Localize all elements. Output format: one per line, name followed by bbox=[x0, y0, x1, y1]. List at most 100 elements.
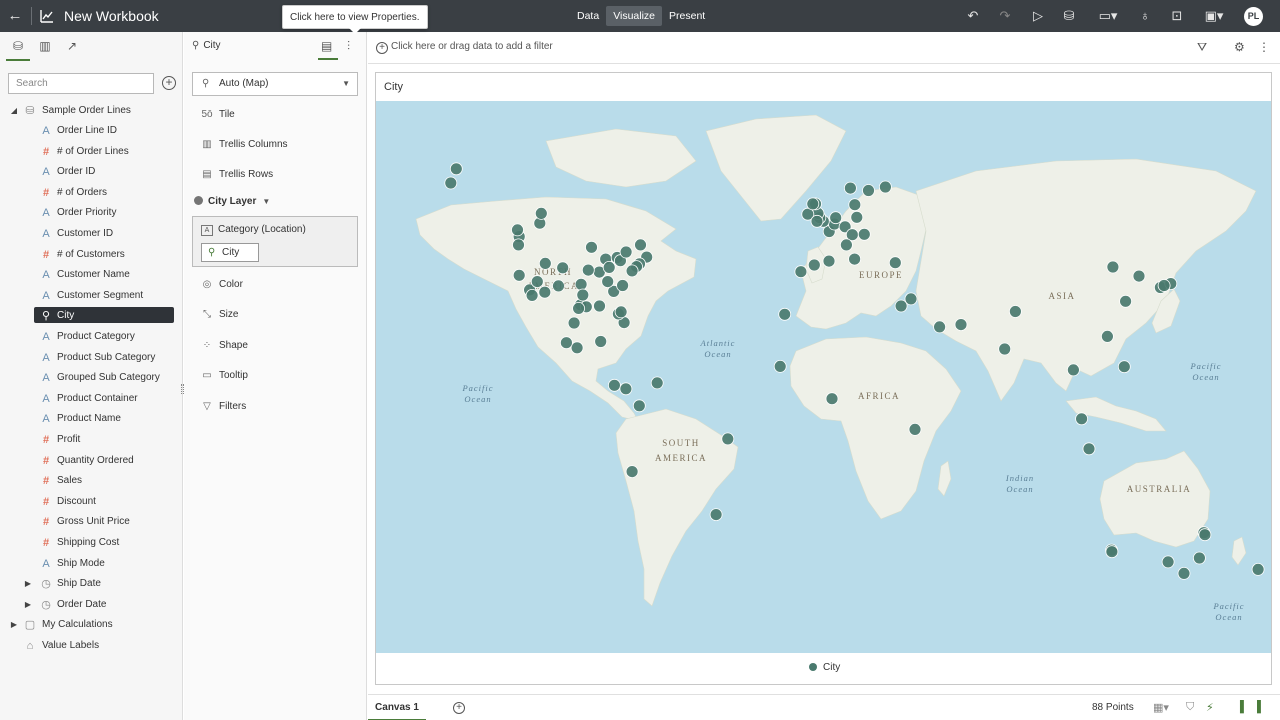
city-point[interactable] bbox=[601, 275, 615, 289]
search-input[interactable]: Search bbox=[8, 73, 154, 94]
city-point[interactable] bbox=[1082, 442, 1096, 456]
city-point[interactable] bbox=[857, 227, 871, 241]
city-point[interactable] bbox=[556, 261, 570, 275]
mode-data[interactable]: Data bbox=[570, 6, 606, 26]
save-menu-icon[interactable]: ▣▾ bbox=[1200, 8, 1228, 24]
city-point[interactable] bbox=[1251, 562, 1265, 576]
city-point[interactable] bbox=[848, 252, 862, 266]
tree-item[interactable]: A Order Priority bbox=[0, 204, 183, 222]
mode-visualize[interactable]: Visualize bbox=[606, 6, 663, 26]
caret-right-icon[interactable]: ▶ bbox=[23, 596, 33, 614]
size-drop-target[interactable]: ⤡ Size bbox=[200, 306, 238, 324]
city-point[interactable] bbox=[619, 245, 633, 259]
tree-item[interactable]: A Order ID bbox=[0, 163, 183, 181]
city-point[interactable] bbox=[512, 268, 526, 282]
city-point[interactable] bbox=[552, 279, 565, 293]
city-point[interactable] bbox=[829, 211, 843, 225]
city-point[interactable] bbox=[908, 422, 922, 436]
color-drop-target[interactable]: ◎ Color bbox=[200, 276, 243, 294]
trellis-rows-drop-target[interactable]: ▤ Trellis Rows bbox=[200, 166, 273, 184]
workbook-title[interactable]: New Workbook bbox=[64, 8, 159, 24]
city-point[interactable] bbox=[576, 288, 590, 302]
tree-item[interactable]: # # of Order Lines bbox=[0, 143, 183, 161]
city-point[interactable] bbox=[850, 210, 864, 224]
panel-left-toggle-icon[interactable]: ▐ bbox=[1236, 701, 1244, 713]
city-point[interactable] bbox=[1105, 545, 1119, 559]
city-point[interactable] bbox=[625, 264, 639, 278]
mode-present[interactable]: Present bbox=[662, 6, 712, 26]
canvas-settings-icon[interactable]: ⚙ bbox=[1234, 40, 1245, 54]
city-point[interactable] bbox=[807, 258, 821, 272]
city-point[interactable] bbox=[1075, 412, 1088, 426]
city-point[interactable] bbox=[1198, 528, 1212, 542]
city-point[interactable] bbox=[449, 162, 463, 176]
tree-item[interactable]: A Customer ID bbox=[0, 225, 183, 243]
auto-apply-icon[interactable]: ⛉ bbox=[1186, 701, 1194, 714]
city-point[interactable] bbox=[794, 265, 808, 279]
play-icon[interactable]: ▷ bbox=[1030, 8, 1046, 24]
city-point[interactable] bbox=[594, 335, 608, 348]
city-point[interactable] bbox=[998, 342, 1012, 356]
tree-item[interactable]: A Product Sub Category bbox=[0, 349, 183, 367]
city-point[interactable] bbox=[1117, 360, 1131, 374]
city-point[interactable] bbox=[1161, 555, 1175, 569]
add-filter-icon[interactable]: + bbox=[376, 42, 388, 54]
tree-root-sample-order-lines[interactable]: ◢ ⛁ Sample Order Lines bbox=[0, 102, 183, 120]
city-point[interactable] bbox=[511, 223, 524, 237]
city-point[interactable] bbox=[810, 214, 824, 228]
tree-item[interactable]: # Shipping Cost bbox=[0, 534, 183, 552]
refresh-data-icon[interactable]: ⛁ bbox=[1061, 8, 1077, 24]
layout-menu-icon[interactable]: ▦▾ bbox=[1153, 701, 1169, 714]
city-point[interactable] bbox=[1106, 260, 1120, 274]
city-point[interactable] bbox=[650, 376, 664, 390]
filters-drop-target[interactable]: ▽ Filters bbox=[200, 398, 246, 416]
city-point[interactable] bbox=[525, 288, 539, 302]
analytics-tab-icon[interactable]: ↗ bbox=[64, 39, 80, 55]
visualizations-tab-icon[interactable]: ▥ bbox=[37, 39, 53, 55]
city-point[interactable] bbox=[1132, 269, 1146, 283]
filter-placeholder[interactable]: Click here or drag data to add a filter bbox=[391, 41, 553, 52]
tree-item[interactable]: A Product Name bbox=[0, 410, 183, 428]
city-point[interactable] bbox=[632, 399, 646, 413]
city-point[interactable] bbox=[625, 465, 639, 479]
tree-item[interactable]: A Ship Mode bbox=[0, 555, 183, 573]
undo-icon[interactable]: ↶ bbox=[965, 8, 981, 24]
city-point[interactable] bbox=[614, 305, 628, 319]
tree-item[interactable]: A Order Line ID bbox=[0, 122, 183, 140]
tree-item[interactable]: ▶ ◷ Order Date bbox=[0, 596, 183, 614]
city-point[interactable] bbox=[1101, 329, 1114, 343]
city-point[interactable] bbox=[709, 508, 723, 522]
tree-item[interactable]: A Customer Segment bbox=[0, 287, 183, 305]
city-point[interactable] bbox=[1157, 279, 1171, 292]
city-point[interactable] bbox=[1119, 294, 1132, 308]
city-point[interactable] bbox=[538, 285, 552, 299]
city-point[interactable] bbox=[822, 254, 836, 268]
tree-item[interactable]: A Customer Name bbox=[0, 266, 183, 284]
performance-icon[interactable]: ⚡ bbox=[1206, 701, 1214, 714]
city-point[interactable] bbox=[721, 432, 735, 446]
city-point[interactable] bbox=[1177, 566, 1191, 580]
caret-right-icon[interactable]: ▶ bbox=[9, 616, 19, 634]
city-point[interactable] bbox=[839, 238, 853, 252]
tree-item[interactable]: # Sales bbox=[0, 472, 183, 490]
city-point[interactable] bbox=[593, 299, 606, 313]
city-point[interactable] bbox=[570, 341, 584, 355]
shape-drop-target[interactable]: ⁘ Shape bbox=[200, 337, 248, 355]
city-point[interactable] bbox=[878, 180, 892, 194]
city-point[interactable] bbox=[634, 238, 647, 252]
redo-icon[interactable]: ↷ bbox=[997, 8, 1013, 24]
city-point[interactable] bbox=[534, 207, 548, 220]
tree-item[interactable]: # # of Orders bbox=[0, 184, 183, 202]
city-point[interactable] bbox=[585, 240, 598, 254]
viz-type-select[interactable]: ⚲ Auto (Map) ▼ bbox=[192, 72, 358, 96]
world-map[interactable]: NORTH AMERICA SOUTH AMERICA EUROPE ASIA … bbox=[376, 101, 1271, 653]
panel-right-toggle-icon[interactable]: ▌ bbox=[1257, 701, 1265, 713]
avatar[interactable]: PL bbox=[1244, 7, 1263, 26]
city-point[interactable] bbox=[574, 277, 588, 291]
city-point[interactable] bbox=[843, 181, 857, 195]
city-point[interactable] bbox=[933, 320, 946, 334]
city-point[interactable] bbox=[581, 263, 595, 277]
more-options-icon[interactable]: ⋮ bbox=[1258, 40, 1270, 54]
category-location-drop-target[interactable]: A Category (Location) ⚲ City bbox=[192, 216, 358, 267]
tree-item[interactable]: # Gross Unit Price bbox=[0, 513, 183, 531]
